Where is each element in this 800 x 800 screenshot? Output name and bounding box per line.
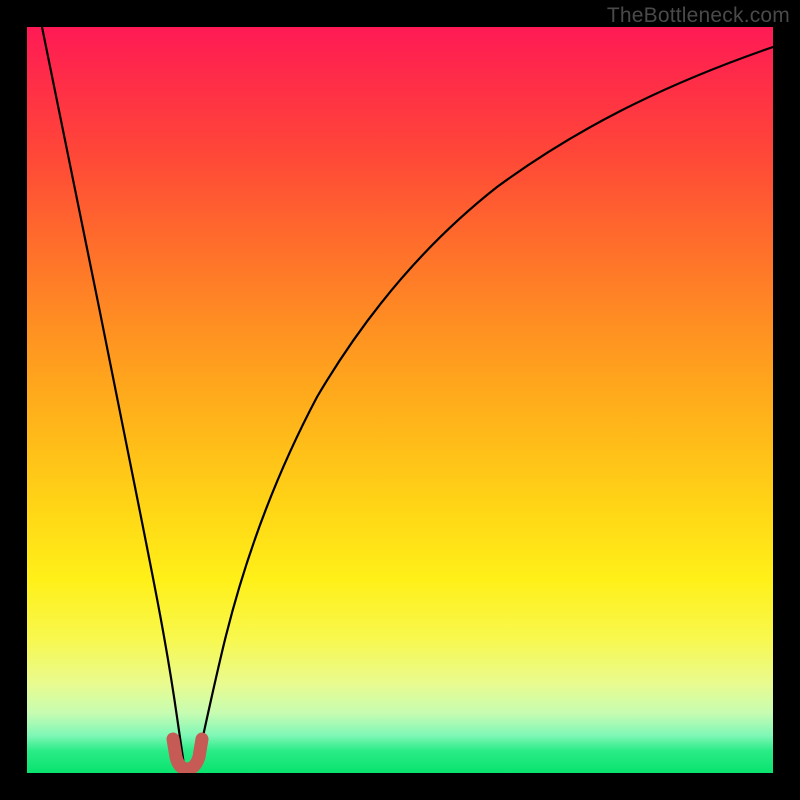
curve-layer xyxy=(27,27,773,773)
chart-frame: TheBottleneck.com xyxy=(0,0,800,800)
plot-area xyxy=(27,27,773,773)
watermark-text: TheBottleneck.com xyxy=(607,4,790,28)
optimal-marker xyxy=(173,739,202,769)
bottleneck-curve xyxy=(42,27,773,771)
